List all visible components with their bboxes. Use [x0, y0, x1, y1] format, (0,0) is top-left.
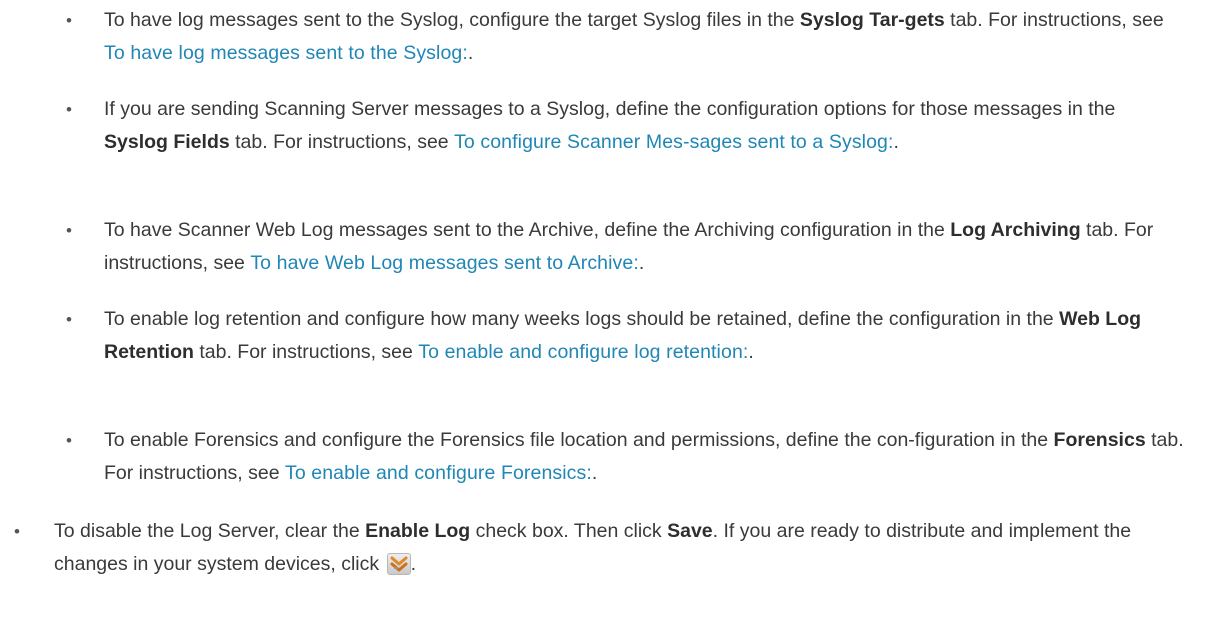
list-item: • If you are sending Scanning Server mes… — [66, 93, 1184, 159]
list-item: • To disable the Log Server, clear the E… — [14, 515, 1184, 581]
list-item: • To enable Forensics and configure the … — [66, 424, 1184, 490]
item-text: To enable log retention and configure ho… — [104, 308, 1060, 330]
list-item: • To have log messages sent to the Syslo… — [66, 4, 1184, 70]
item-text: To have Scanner Web Log messages sent to… — [104, 219, 951, 241]
bullet: • — [66, 221, 72, 240]
instructions-link[interactable]: To have Web Log messages sent to Archive… — [250, 252, 639, 274]
instructions-link[interactable]: To configure Scanner Mes-sages sent to a… — [454, 131, 893, 153]
instructions-link[interactable]: To enable and configure Forensics: — [285, 462, 592, 484]
bullet: • — [66, 11, 72, 30]
item-text: To enable Forensics and configure the Fo… — [104, 429, 1054, 451]
item-text: check box. Then click — [470, 520, 668, 542]
bullet: • — [14, 522, 20, 541]
tab-name: Syslog Tar-gets — [799, 9, 945, 31]
bullet: • — [66, 310, 72, 329]
tab-name: Syslog Fields — [104, 131, 230, 153]
bullet: • — [66, 100, 72, 119]
deploy-icon[interactable] — [386, 553, 411, 575]
item-text: To have log messages sent to the Syslog,… — [104, 9, 800, 31]
item-text: tab. For instructions, see — [229, 131, 455, 153]
tab-name: Forensics — [1053, 429, 1146, 451]
list-item: • To enable log retention and configure … — [66, 303, 1184, 369]
item-text: tab. For instructions, see — [944, 9, 1164, 31]
instructions-link[interactable]: To have log messages sent to the Syslog: — [104, 42, 468, 64]
bullet: • — [66, 431, 72, 450]
tab-name: Log Archiving — [950, 219, 1081, 241]
item-text: To disable the Log Server, clear the — [54, 520, 366, 542]
item-text: tab. For instructions, see — [193, 341, 419, 363]
save-label: Save — [667, 520, 713, 542]
list-item: • To have Scanner Web Log messages sent … — [66, 214, 1184, 280]
checkbox-name: Enable Log — [365, 520, 471, 542]
instructions-link[interactable]: To enable and configure log retention: — [418, 341, 748, 363]
item-text: If you are sending Scanning Server messa… — [104, 98, 1116, 120]
